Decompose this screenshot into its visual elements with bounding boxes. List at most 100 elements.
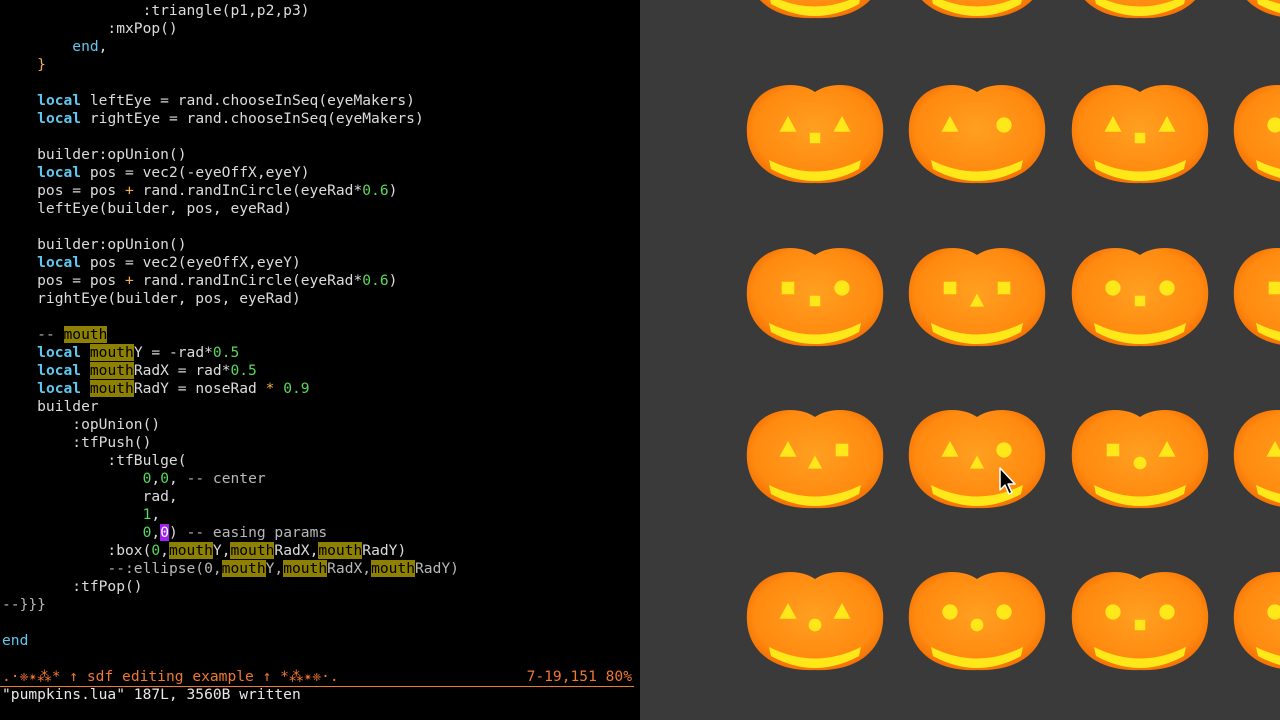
code-token: :tfPush() — [2, 434, 152, 451]
code-token: , — [98, 38, 108, 55]
pumpkin-body — [908, 85, 1046, 184]
code-line[interactable]: :mxPop() — [2, 20, 178, 38]
code-token: Y = -rad* — [133, 344, 213, 361]
square-feature — [1106, 443, 1120, 457]
code-token: mouth — [89, 380, 134, 397]
code-line[interactable]: :tfPop() — [2, 578, 142, 596]
pumpkin — [1233, 572, 1280, 669]
code-line[interactable]: builder:opUnion() — [2, 236, 187, 254]
code-line[interactable]: builder — [2, 398, 99, 416]
code-line[interactable]: builder:opUnion() — [2, 146, 187, 164]
pumpkin — [1084, 0, 1196, 19]
code-line[interactable]: end — [2, 632, 28, 650]
code-line[interactable]: :opUnion() — [2, 416, 160, 434]
code-token: 0.5 — [230, 362, 257, 379]
circle-feature — [1159, 280, 1175, 296]
code-line[interactable]: local pos = vec2(-eyeOffX,eyeY) — [2, 164, 309, 182]
code-token: :box( — [2, 542, 152, 559]
code-token: pos = pos — [2, 182, 126, 199]
pumpkin — [1071, 572, 1209, 671]
code-line[interactable]: :box(0,mouthY,mouthRadX,mouthRadY) — [2, 542, 406, 560]
circle-feature — [1133, 456, 1147, 470]
code-token: RadX, — [327, 560, 372, 577]
code-line[interactable]: local pos = vec2(eyeOffX,eyeY) — [2, 254, 301, 272]
code-token: RadX, — [274, 542, 319, 559]
code-token: + — [125, 182, 134, 199]
circle-feature — [808, 618, 822, 632]
square-feature — [835, 443, 849, 457]
code-editor[interactable]: :triangle(p1,p2,p3) :mxPop() end, } loca… — [0, 0, 640, 720]
code-token: , — [151, 524, 161, 541]
code-line[interactable]: 0,0, -- center — [2, 470, 266, 488]
code-token: + — [125, 272, 134, 289]
code-token: RadY) — [415, 560, 459, 577]
code-line[interactable]: pos = pos + rand.randInCircle(eyeRad*0.6… — [2, 272, 397, 290]
code-token: RadY) — [362, 542, 407, 559]
code-token: --}}} — [2, 596, 46, 613]
code-token: builder:opUnion() — [2, 236, 187, 253]
render-viewport[interactable] — [640, 0, 1280, 720]
circle-feature — [942, 604, 958, 620]
code-token: ) — [168, 524, 187, 541]
code-line[interactable]: 0,0) -- easing params — [2, 524, 327, 542]
code-line[interactable]: local mouthRadX = rad*0.5 — [2, 362, 257, 380]
code-line[interactable]: rad, — [2, 488, 178, 506]
code-token: -- center — [186, 470, 266, 487]
code-line[interactable]: :triangle(p1,p2,p3) — [2, 2, 310, 20]
code-line[interactable]: local mouthRadY = noseRad * 0.9 — [2, 380, 310, 398]
code-token: ) — [388, 182, 398, 199]
code-token: mouth — [318, 542, 363, 559]
code-token: end — [72, 38, 99, 55]
code-token: :triangle(p1,p2,p3) — [2, 2, 310, 19]
code-token: mouth — [371, 560, 415, 577]
pumpkin — [908, 248, 1046, 347]
pumpkin — [1233, 248, 1280, 345]
code-line[interactable]: :tfBulge( — [2, 452, 187, 470]
pumpkin — [908, 410, 1046, 509]
code-line[interactable]: 1, — [2, 506, 161, 524]
code-token: local — [37, 92, 82, 109]
code-token: :mxPop() — [2, 20, 178, 37]
code-line[interactable]: local leftEye = rand.chooseInSeq(eyeMake… — [2, 92, 415, 110]
code-line[interactable]: rightEye(builder, pos, eyeRad) — [2, 290, 301, 308]
code-line[interactable]: --}}} — [2, 596, 46, 614]
code-token: rand.randInCircle(eyeRad* — [133, 272, 363, 289]
code-line[interactable]: --:ellipse(0,mouthY,mouthRadX,mouthRadY) — [2, 560, 459, 578]
pumpkin-grid — [746, 0, 1280, 671]
command-line[interactable]: "pumpkins.lua" 187L, 3560B written — [2, 686, 301, 704]
code-line[interactable]: -- mouth — [2, 326, 108, 344]
code-token: mouth — [89, 344, 134, 361]
circle-feature — [1159, 604, 1175, 620]
code-line[interactable]: leftEye(builder, pos, eyeRad) — [2, 200, 292, 218]
code-line[interactable]: :tfPush() — [2, 434, 151, 452]
code-line[interactable]: local rightEye = rand.chooseInSeq(eyeMak… — [2, 110, 424, 128]
code-token: 0.6 — [362, 272, 389, 289]
status-line-position: 7-19,151 80% — [526, 668, 632, 685]
code-line[interactable]: } — [2, 56, 46, 74]
code-line[interactable]: end, — [2, 38, 107, 56]
square-feature — [943, 281, 957, 295]
code-line[interactable]: local mouthY = -rad*0.5 — [2, 344, 239, 362]
code-token: mouth — [168, 542, 213, 559]
code-token: 0 — [151, 542, 161, 559]
code-token: builder:opUnion() — [2, 146, 187, 163]
code-token: :tfBulge( — [2, 452, 187, 469]
code-token: 0.5 — [212, 344, 240, 361]
code-line[interactable]: pos = pos + rand.randInCircle(eyeRad*0.6… — [2, 182, 397, 200]
pumpkin — [746, 410, 884, 509]
